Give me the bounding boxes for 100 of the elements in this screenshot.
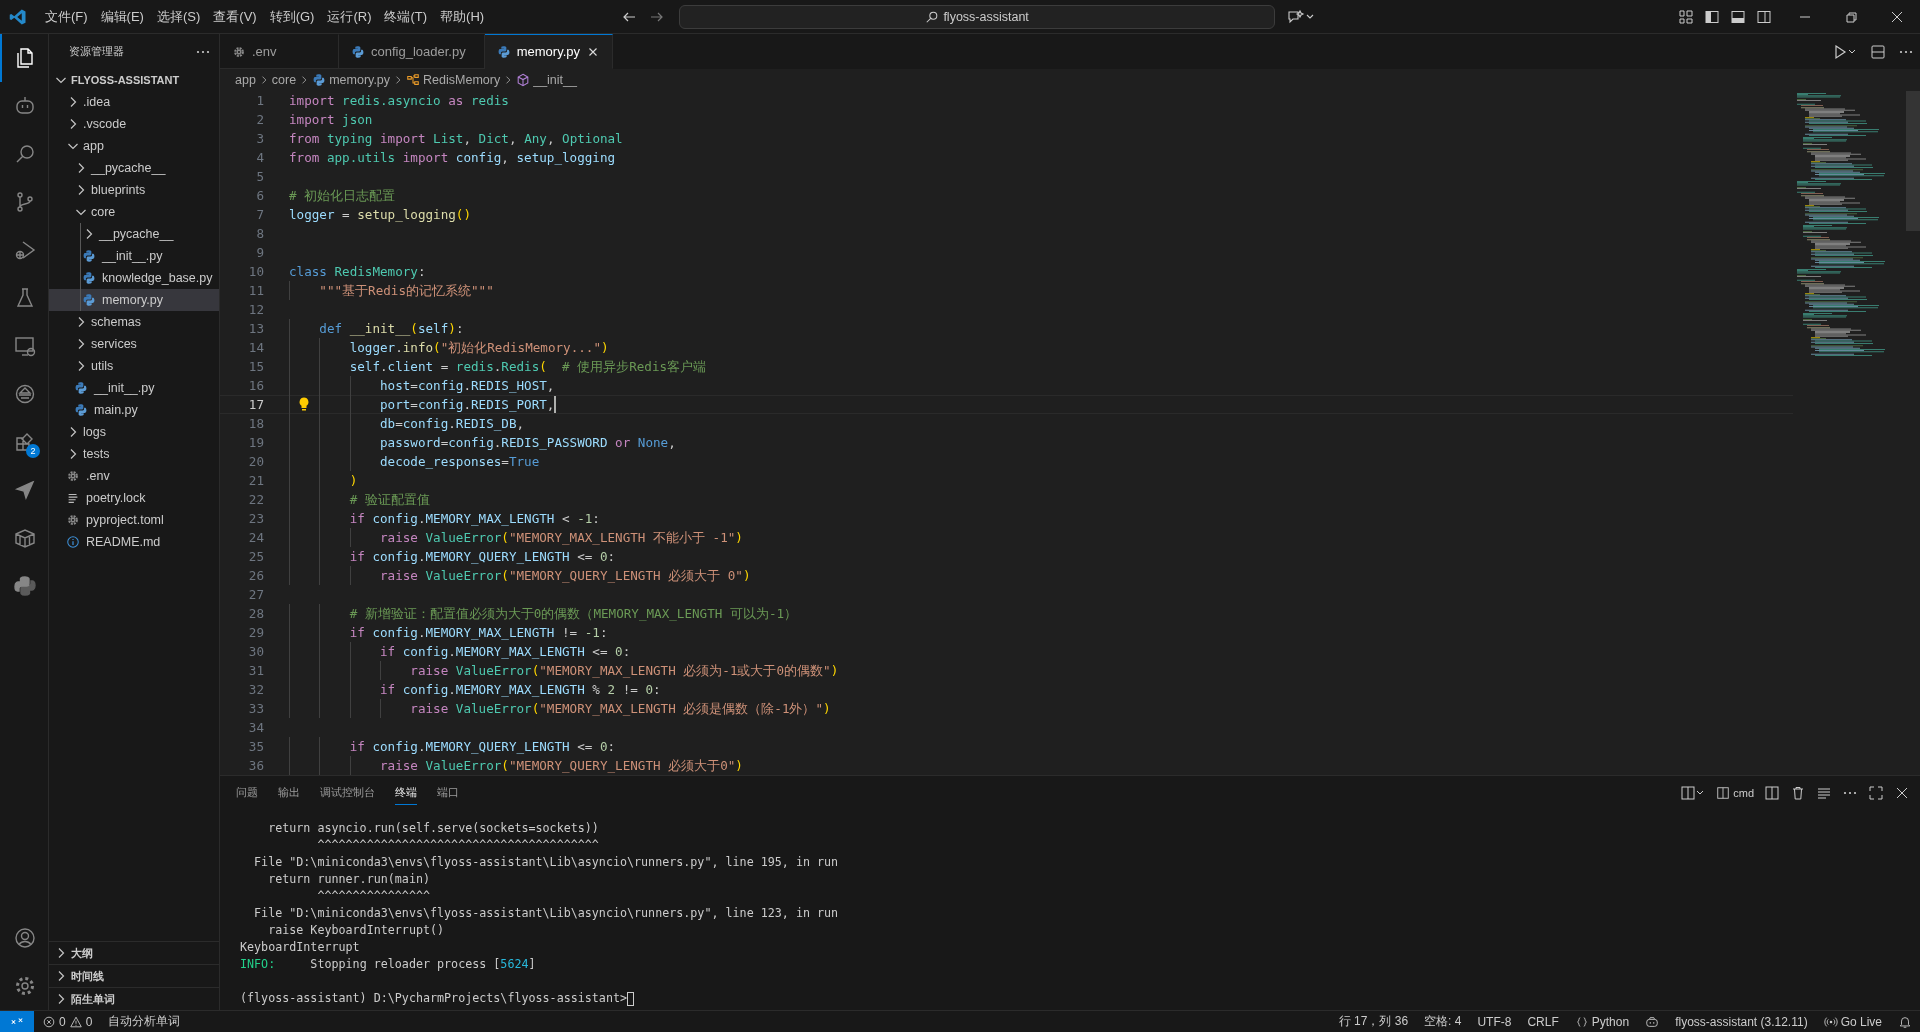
code-line: self.client = redis.Redis( # 使用异步Redis客户端 <box>349 358 707 376</box>
status-item[interactable]: 空格: 4 <box>1416 1013 1470 1030</box>
menu-item[interactable]: 编辑(E) <box>94 4 150 29</box>
panel-tab[interactable]: 问题 <box>236 781 258 805</box>
split-editor-icon[interactable] <box>1870 43 1886 60</box>
editor-tab[interactable]: .env <box>220 34 339 69</box>
close-icon[interactable] <box>1894 785 1910 801</box>
line-number: 29 <box>247 624 265 642</box>
broadcast-icon <box>1823 1014 1838 1029</box>
folder-item[interactable]: core <box>49 201 219 223</box>
panel-tab[interactable]: 输出 <box>278 781 300 805</box>
collapsed-section[interactable]: 大纲 <box>49 941 219 964</box>
menu-item[interactable]: 运行(R) <box>321 4 378 29</box>
secondary-sidebar-icon[interactable] <box>1756 8 1772 25</box>
file-item[interactable]: __init__.py <box>49 377 219 399</box>
box-icon <box>13 526 37 550</box>
go-live-button[interactable]: Go Live <box>1815 1014 1890 1029</box>
file-item[interactable]: README.md <box>49 531 219 553</box>
editor-tab[interactable]: config_loader.py <box>339 34 485 69</box>
breadcrumb-item[interactable]: app <box>235 73 256 87</box>
warning-icon <box>68 1014 83 1029</box>
folder-item[interactable]: logs <box>49 421 219 443</box>
code-line: class RedisMemory: <box>289 263 426 281</box>
chat-sparkle-icon[interactable] <box>1287 8 1316 25</box>
breadcrumb-item[interactable]: __init__ <box>516 73 577 87</box>
line-number: 23 <box>247 510 265 528</box>
menu-item[interactable]: 文件(F) <box>39 4 94 29</box>
folder-item[interactable]: tests <box>49 443 219 465</box>
maximize-icon[interactable] <box>1868 785 1884 801</box>
editor-tab[interactable]: memory.py <box>484 34 613 69</box>
split-terminal-icon[interactable] <box>1764 785 1780 801</box>
panel-tab[interactable]: 调试控制台 <box>320 781 375 805</box>
bell-icon[interactable] <box>1898 1014 1912 1029</box>
folder-item[interactable]: utils <box>49 355 219 377</box>
file-item[interactable]: __init__.py <box>49 245 219 267</box>
breadcrumb-item[interactable]: RedisMemory <box>406 73 501 87</box>
menu-item[interactable]: 查看(V) <box>207 4 263 29</box>
panel-tab[interactable]: 端口 <box>437 781 459 805</box>
sidebar-toggle-icon[interactable] <box>1704 8 1720 25</box>
folder-item[interactable]: schemas <box>49 311 219 333</box>
file-item[interactable]: .env <box>49 465 219 487</box>
folder-item[interactable]: blueprints <box>49 179 219 201</box>
python-file-icon <box>351 44 365 59</box>
folder-item[interactable]: __pycache__ <box>49 157 219 179</box>
folder-item[interactable]: services <box>49 333 219 355</box>
collapsed-section[interactable]: 时间线 <box>49 964 219 987</box>
file-item[interactable]: main.py <box>49 399 219 421</box>
file-item[interactable]: poetry.lock <box>49 487 219 509</box>
breadcrumb-item[interactable]: memory.py <box>312 73 391 87</box>
menu-item[interactable]: 转到(G) <box>263 4 321 29</box>
folder-item[interactable]: .idea <box>49 91 219 113</box>
menu-item[interactable]: 帮助(H) <box>434 4 491 29</box>
line-number: 31 <box>247 662 265 680</box>
list-icon[interactable] <box>1816 785 1832 801</box>
file-item[interactable]: memory.py <box>49 289 219 311</box>
dome-icon <box>13 382 37 406</box>
python-file-icon <box>82 293 96 307</box>
panel-toggle-icon[interactable] <box>1730 8 1746 25</box>
gear-icon <box>66 469 80 483</box>
line-number: 18 <box>247 415 265 433</box>
customize-layout-icon[interactable] <box>1678 8 1694 25</box>
file-item[interactable]: pyproject.toml <box>49 509 219 531</box>
status-item[interactable]: CRLF <box>1519 1014 1567 1029</box>
status-item[interactable]: flyoss-assistant (3.12.11) <box>1667 1014 1816 1029</box>
terminal-line: (flyoss-assistant) D:\PycharmProjects\flyoss-assistant> <box>240 990 627 1007</box>
status-item[interactable]: UTF-8 <box>1469 1014 1520 1029</box>
workspace-header[interactable]: FLYOSS-ASSISTANT <box>49 69 219 91</box>
terminal-selector[interactable]: cmd <box>1716 786 1754 800</box>
trash-icon[interactable] <box>1790 785 1806 801</box>
layout-icon[interactable] <box>1680 785 1705 801</box>
problems-indicator[interactable]: 0 0 <box>34 1014 101 1029</box>
panel-tab[interactable]: 终端 <box>395 781 417 805</box>
folder-item[interactable]: __pycache__ <box>49 223 219 245</box>
braces-icon <box>1574 1014 1589 1029</box>
status-item[interactable]: 行 17，列 36 <box>1330 1013 1417 1030</box>
code-line: logger.info("初始化RedisMemory...") <box>349 339 609 357</box>
code-line: def __init__(self): <box>319 320 464 338</box>
status-item[interactable]: 自动分析单词 <box>100 1013 189 1030</box>
terminal-line: ^^^^^^^^^^^^^^^^^^^^^^^^^^^^^^^^^^^^^^^^ <box>316 837 599 854</box>
logo-icon <box>9 7 27 26</box>
robot-icon[interactable] <box>1645 1014 1660 1029</box>
command-center[interactable]: flyoss-assistant <box>679 4 1276 29</box>
python-file-icon <box>312 73 327 87</box>
line-number: 26 <box>247 567 265 585</box>
language-mode[interactable]: Python <box>1566 1014 1638 1029</box>
line-number: 36 <box>247 757 265 775</box>
code-line: raise ValueError("MEMORY_MAX_LENGTH 必须为-1或大于0的偶数") <box>410 662 839 680</box>
lines-icon <box>66 491 80 505</box>
menu-item[interactable]: 终端(T) <box>378 4 434 29</box>
line-number: 15 <box>247 358 265 376</box>
folder-item[interactable]: .vscode <box>49 113 219 135</box>
folder-item[interactable]: app <box>49 135 219 157</box>
line-number: 11 <box>247 282 265 300</box>
line-number: 16 <box>247 377 265 395</box>
activity-item[interactable]: 2 <box>0 418 48 466</box>
line-number: 8 <box>255 225 265 243</box>
account-icon <box>13 926 37 950</box>
breadcrumb-item[interactable]: core <box>271 73 297 87</box>
menu-item[interactable]: 选择(S) <box>150 4 207 29</box>
run-icon[interactable] <box>1832 43 1858 60</box>
